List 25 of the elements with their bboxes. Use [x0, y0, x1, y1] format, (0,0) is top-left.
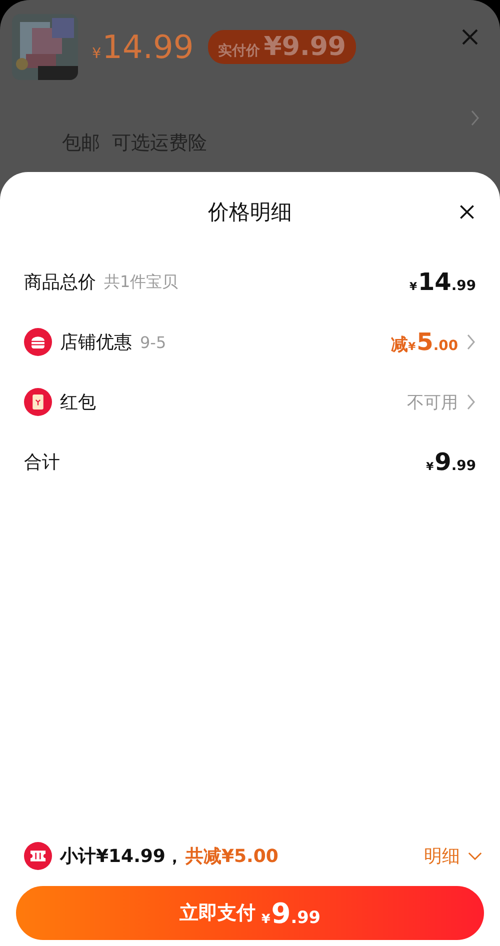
final-price-badge: 实付价¥9.99: [208, 30, 356, 64]
row-value: ¥9.99: [426, 448, 476, 476]
chevron-right-icon[interactable]: [466, 394, 476, 410]
shop-icon: [24, 328, 52, 356]
row-label: 店铺优惠: [60, 331, 132, 354]
row-value: ¥14.99: [409, 268, 476, 296]
chevron-down-icon[interactable]: [468, 852, 482, 860]
chevron-right-icon[interactable]: [470, 110, 480, 126]
subtotal-text: 小计¥14.99，: [60, 845, 184, 868]
chevron-right-icon[interactable]: [466, 334, 476, 350]
row-label: 合计: [24, 451, 60, 474]
row-label: 红包: [60, 391, 96, 414]
close-icon[interactable]: [458, 203, 476, 221]
product-price: ¥14.99: [92, 28, 194, 66]
row-note: 共1件宝贝: [104, 272, 178, 292]
envelope-icon: [24, 388, 52, 416]
row-note: 9-5: [140, 332, 166, 352]
row-label: 商品总价: [24, 271, 96, 294]
row-value: 减¥5.00: [391, 328, 458, 356]
row-value: 不可用: [407, 392, 458, 414]
sheet-title: 价格明细: [208, 199, 292, 226]
ticket-icon: [24, 842, 52, 870]
detail-link[interactable]: 明细: [424, 844, 482, 868]
pay-button[interactable]: 立即支付 ¥9.99: [16, 886, 484, 940]
discount-total: 共减¥5.00: [185, 845, 278, 868]
